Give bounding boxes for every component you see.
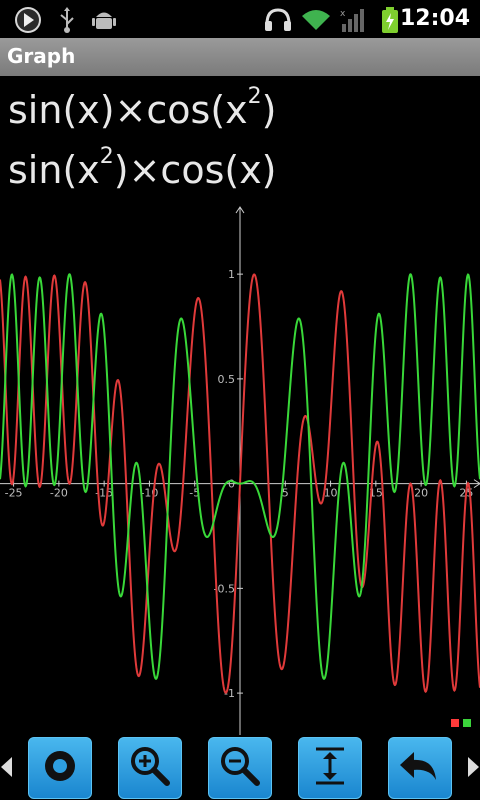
scroll-left-arrow-icon[interactable] — [1, 757, 12, 777]
legend-green-square — [463, 719, 471, 727]
status-bar: x 12:04 — [0, 0, 480, 38]
x-tick-label: -20 — [50, 487, 68, 500]
android-debug-icon — [90, 6, 118, 32]
clock: 12:04 — [399, 6, 470, 31]
play-icon — [10, 6, 46, 33]
legend-red-square — [451, 719, 459, 727]
signal-icon: x — [340, 6, 366, 32]
y-tick-label: 1 — [228, 268, 235, 281]
formula-1[interactable]: sin(x)×cos(x2) — [8, 84, 277, 132]
formula-1-text: sin(x)×cos(x — [8, 88, 248, 132]
svg-text:x: x — [340, 9, 346, 19]
scroll-right-arrow-icon[interactable] — [468, 757, 479, 777]
undo-icon — [398, 746, 442, 790]
zoom-out-icon — [218, 744, 262, 792]
x-tick-label: -25 — [5, 487, 23, 500]
formula-1-exponent: 2 — [247, 84, 262, 110]
wifi-icon — [300, 6, 332, 32]
formula-2-exponent: 2 — [99, 144, 114, 170]
bottom-toolbar — [0, 735, 480, 800]
usb-icon — [55, 6, 79, 33]
zoom-in-button[interactable] — [118, 737, 182, 799]
zoom-out-button[interactable] — [208, 737, 272, 799]
title-bar: Graph — [0, 38, 480, 76]
record-button[interactable] — [28, 737, 92, 799]
formula-1-suffix: ) — [261, 88, 277, 132]
zoom-in-icon — [128, 744, 172, 792]
undo-button[interactable] — [388, 737, 452, 799]
app-title: Graph — [7, 44, 76, 68]
x-tick-label: -10 — [140, 487, 158, 500]
formula-2-text: sin(x — [8, 148, 100, 192]
headphones-icon — [263, 6, 293, 32]
y-tick-label: 0 — [228, 478, 235, 491]
formula-2[interactable]: sin(x2)×cos(x) — [8, 144, 277, 192]
graph-plot[interactable]: -25 -20 -15 -10 -5 5 10 15 20 2510.50-0.5-1 — [0, 205, 480, 735]
fit-vertical-button[interactable] — [298, 737, 362, 799]
record-icon — [40, 746, 80, 790]
fit-vertical-icon — [310, 744, 350, 792]
formula-2-suffix: )×cos(x) — [113, 148, 277, 192]
battery-charging-icon — [380, 6, 400, 33]
y-tick-label: 0.5 — [218, 373, 236, 386]
x-tick-label: 20 — [414, 487, 428, 500]
